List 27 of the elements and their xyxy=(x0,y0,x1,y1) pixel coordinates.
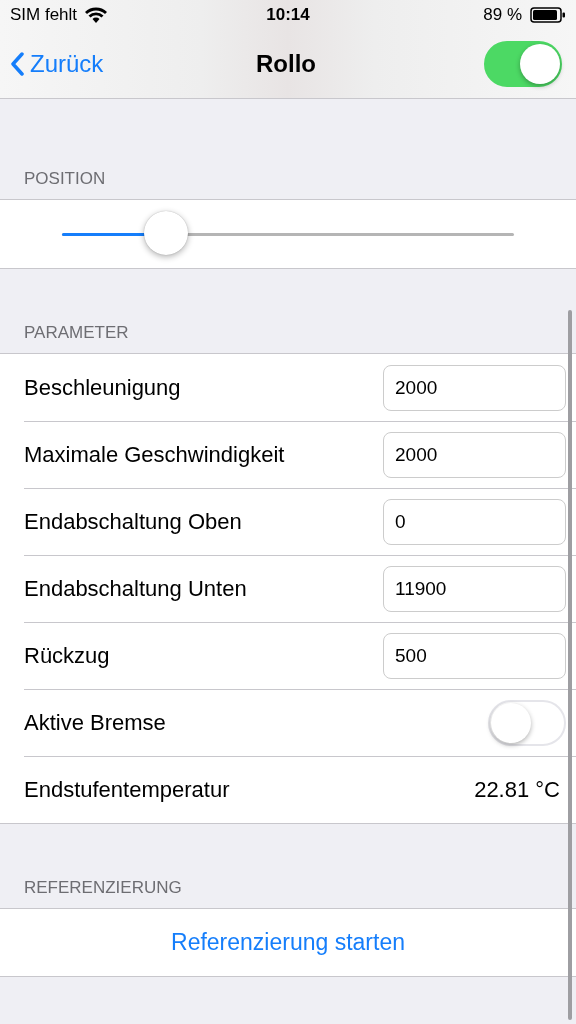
input-field[interactable]: 2000 xyxy=(383,431,566,478)
input-field[interactable]: 500 xyxy=(383,632,566,679)
row-label: Beschleunigung xyxy=(24,374,182,401)
row-label: Endabschaltung Oben xyxy=(24,508,243,535)
section-header: PARAMETER xyxy=(24,323,129,342)
row-label: Maximale Geschwindigkeit xyxy=(24,441,286,468)
clock-text: 10:14 xyxy=(266,5,310,25)
wifi-icon xyxy=(85,7,108,23)
input-field[interactable]: 11900 xyxy=(383,565,566,612)
carrier-text: SIM fehlt xyxy=(10,5,78,25)
row-label: Rückzug xyxy=(24,642,111,669)
toggle-switch[interactable] xyxy=(484,41,562,87)
nav-title: Rollo xyxy=(256,50,316,78)
battery-text: 89 % xyxy=(483,5,522,25)
input-field[interactable]: 0 xyxy=(383,498,566,545)
temperature-value: 22.81 °C xyxy=(474,776,561,803)
input-field[interactable]: 2000 xyxy=(383,364,566,411)
chevron-left-icon xyxy=(10,52,24,76)
row-label: Endabschaltung Unten xyxy=(24,575,248,602)
start-button[interactable]: Referenzierung starten xyxy=(167,925,409,960)
section-header: POSITION xyxy=(24,169,106,188)
row-label: Aktive Bremse xyxy=(24,709,167,736)
battery-icon xyxy=(530,7,566,23)
section-header: REFERENZIERUNG xyxy=(24,878,182,897)
slider-thumb[interactable] xyxy=(143,210,188,255)
back-button[interactable]: Zurück xyxy=(10,50,256,78)
row-label: Endstufentemperatur xyxy=(24,776,231,803)
